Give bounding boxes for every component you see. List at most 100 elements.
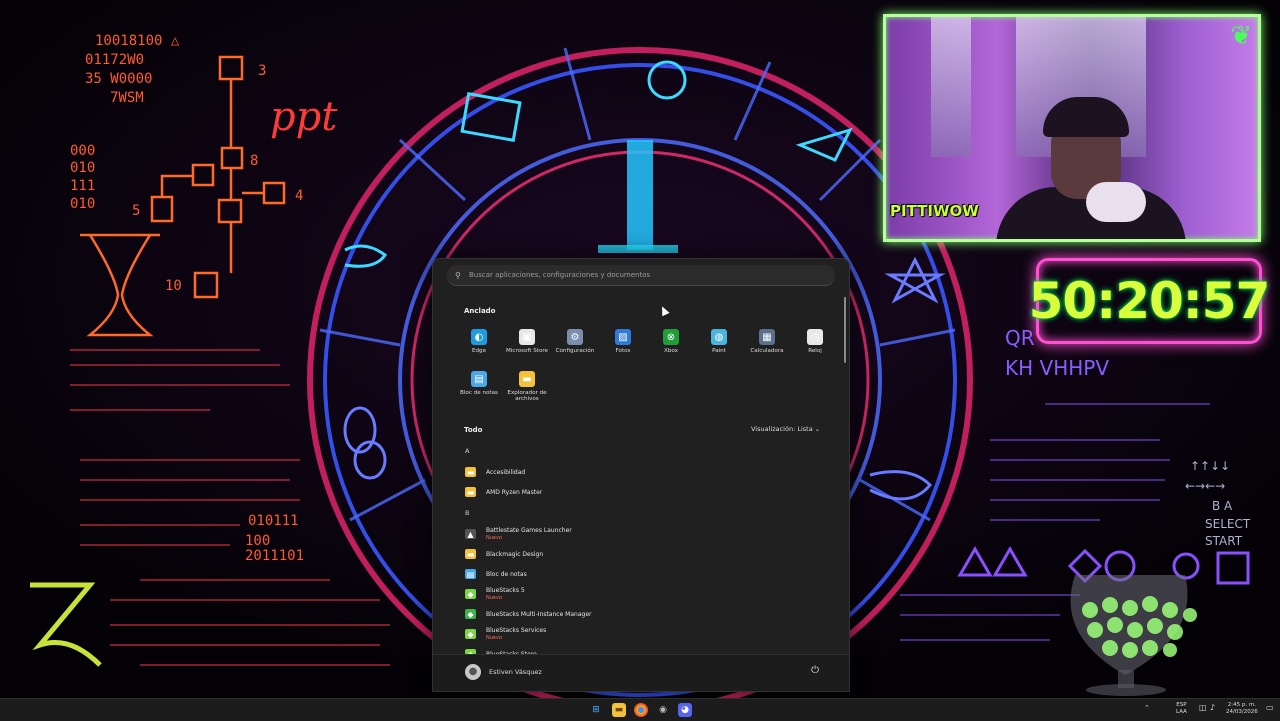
list-item[interactable]: ◆ BlueStacks 5 Nuevo [465,585,525,603]
list-item[interactable]: ▬ Accesibilidad [465,463,525,481]
leaf-icon: ❦ [1230,21,1252,51]
svg-text:010: 010 [70,160,95,176]
windows-start-icon[interactable]: ⊞ [589,703,603,717]
svg-text:010111: 010111 [248,513,299,529]
clock[interactable]: 2:45 p. m. 24/03/2026 [1226,702,1258,716]
pinned-app-xbox[interactable]: ⊗ Xbox [647,329,695,354]
svg-text:KH VHHPV: KH VHHPV [1005,356,1109,380]
svg-text:8: 8 [250,153,258,169]
start-menu-footer: ● Estiven Vásquez ⏻ [433,654,849,691]
pinned-app-explorador-de-archivos[interactable]: ▬ Explorador de archivos [503,371,551,402]
new-badge: Nuevo [486,635,503,641]
pinned-app-microsoft-store[interactable]: ▣ Microsoft Store [503,329,551,354]
pinned-section-title: Anclado [464,307,496,315]
obs-icon[interactable]: ◉ [656,703,670,717]
app-text: AMD Ryzen Master [486,489,542,496]
user-avatar[interactable]: ● [465,664,481,680]
svg-text:4: 4 [295,188,303,204]
search-placeholder: Buscar aplicaciones, configuraciones y d… [469,271,651,279]
svg-text:35 W0000: 35 W0000 [85,71,152,87]
pinned-app-label: Xbox [664,348,678,354]
curtain [931,17,971,157]
chrome-icon[interactable] [634,703,648,717]
pinned-app-calculadora[interactable]: ▦ Calculadora [743,329,791,354]
list-item[interactable]: ▲ Battlestate Games Launcher Nuevo [465,525,572,543]
app-text: BlueStacks Services Nuevo [486,627,546,641]
folder-icon: ▬ [465,549,476,559]
pinned-app-bloc-de-notas[interactable]: ▤ Bloc de notas [455,371,503,396]
app-group-letter[interactable]: A [465,447,469,455]
all-apps-title: Todo [464,426,483,434]
app-name: Battlestate Games Launcher [486,527,572,534]
photos-icon: ▨ [615,329,631,345]
list-item[interactable]: ▬ Blackmagic Design [465,545,543,563]
pinned-app-label: Microsoft Store [505,348,549,354]
app-name: BlueStacks Services [486,627,547,634]
language-code: ESP [1176,702,1187,708]
file-explorer-icon[interactable]: ▬ [612,703,626,717]
view-mode-label: Visualización: Lista [751,425,813,433]
discord-icon[interactable]: ◕ [678,703,692,717]
view-mode-dropdown[interactable]: Visualización: Lista ⌄ [751,425,820,433]
app-text: Blackmagic Design [486,551,543,558]
svg-text:111: 111 [70,178,95,194]
app-text: Battlestate Games Launcher Nuevo [486,527,572,541]
pinned-app-label: Edge [471,348,487,354]
xbox-icon: ⊗ [663,329,679,345]
taskbar: ⊞ ▬ ◉ ◕ ⌃ ESP LAA ◫ ♪ 2:45 p. m. 24/03/2… [0,698,1280,721]
paint-icon: ◍ [711,329,727,345]
app-text: BlueStacks Multi-Instance Manager [486,611,591,618]
svg-text:010: 010 [70,196,95,212]
app-name: BlueStacks 5 [486,587,525,594]
new-badge: Nuevo [486,595,503,601]
volume-icon[interactable]: ♪ [1210,704,1215,712]
pinned-app-paint[interactable]: ◍ Paint [695,329,743,354]
battlestate-icon: ▲ [465,529,476,539]
scrollbar[interactable] [844,297,846,363]
user-name[interactable]: Estiven Vásquez [489,668,542,676]
clock-time: 2:45 p. m. [1227,702,1256,708]
network-icon[interactable]: ◫ [1199,704,1207,712]
notepad-icon: ▤ [471,371,487,387]
pinned-app-label: Reloj [808,348,822,354]
tray-overflow-icon[interactable]: ⌃ [1144,705,1150,712]
language-indicator[interactable]: ESP LAA [1176,702,1187,716]
app-text: BlueStacks 5 Nuevo [486,587,525,601]
microphone [1086,182,1146,222]
bluestacks-icon: ◆ [465,589,476,599]
svg-text:SELECT: SELECT [1205,517,1251,531]
start-menu: ⚲ Buscar aplicaciones, configuraciones y… [432,258,850,692]
power-icon[interactable]: ⏻ [811,665,819,676]
app-name: AMD Ryzen Master [486,488,543,496]
webcam-overlay: PITTIWOW ❦ [883,14,1261,242]
svg-text:5: 5 [132,203,140,219]
clock-date: 24/03/2026 [1226,709,1258,715]
edge-icon: ◐ [471,329,487,345]
timer-value: 50:20:57 [1028,272,1271,330]
svg-text:3: 3 [258,63,266,79]
list-item[interactable]: ◆ BlueStacks Services Nuevo [465,625,546,643]
list-item[interactable]: ◆ BlueStacks Multi-Instance Manager [465,605,591,623]
pinned-app-edge[interactable]: ◐ Edge [455,329,503,354]
pinned-app-reloj[interactable]: ◷ Reloj [791,329,839,354]
app-name: Accesibilidad [486,468,526,476]
store-icon: ▣ [519,329,535,345]
calculator-icon: ▦ [759,329,775,345]
svg-text:000: 000 [70,143,95,159]
folder-icon: ▬ [519,371,535,387]
list-item[interactable]: ▬ AMD Ryzen Master [465,483,542,501]
svg-text:B A: B A [1212,499,1233,513]
svg-text:ppt: ppt [270,94,338,140]
svg-text:10: 10 [165,278,182,294]
pinned-app-fotos[interactable]: ▨ Fotos [599,329,647,354]
new-badge: Nuevo [486,535,503,541]
app-name: Bloc de notas [486,570,527,578]
search-input[interactable]: ⚲ Buscar aplicaciones, configuraciones y… [447,265,835,286]
app-text: Accesibilidad [486,469,525,476]
notification-icon[interactable]: ▭ [1266,704,1274,712]
pinned-app-configuración[interactable]: ⚙ Configuración [551,329,599,354]
pinned-app-label: Explorador de archivos [507,390,547,402]
app-group-letter[interactable]: B [465,509,469,517]
list-item[interactable]: ▤ Bloc de notas [465,565,527,583]
search-icon: ⚲ [455,270,461,280]
